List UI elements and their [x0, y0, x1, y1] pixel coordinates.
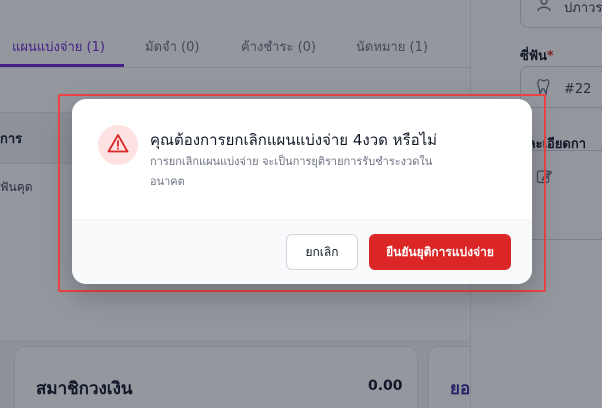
warning-badge — [98, 125, 138, 165]
cancel-button[interactable]: ยกเลิก — [286, 234, 358, 270]
confirm-end-installment-button[interactable]: ยืนยันยุติการแบ่งจ่าย — [369, 234, 511, 270]
dialog-description: การยกเลิกแผนแบ่งจ่าย จะเป็นการยุติรายการ… — [150, 155, 433, 188]
cancel-plan-dialog: คุณต้องการยกเลิกแผนแบ่งจ่าย 4งวด หรือไม่… — [72, 99, 532, 284]
warning-triangle-icon — [107, 133, 129, 157]
dialog-title: คุณต้องการยกเลิกแผนแบ่งจ่าย 4งวด หรือไม่ — [150, 131, 438, 149]
